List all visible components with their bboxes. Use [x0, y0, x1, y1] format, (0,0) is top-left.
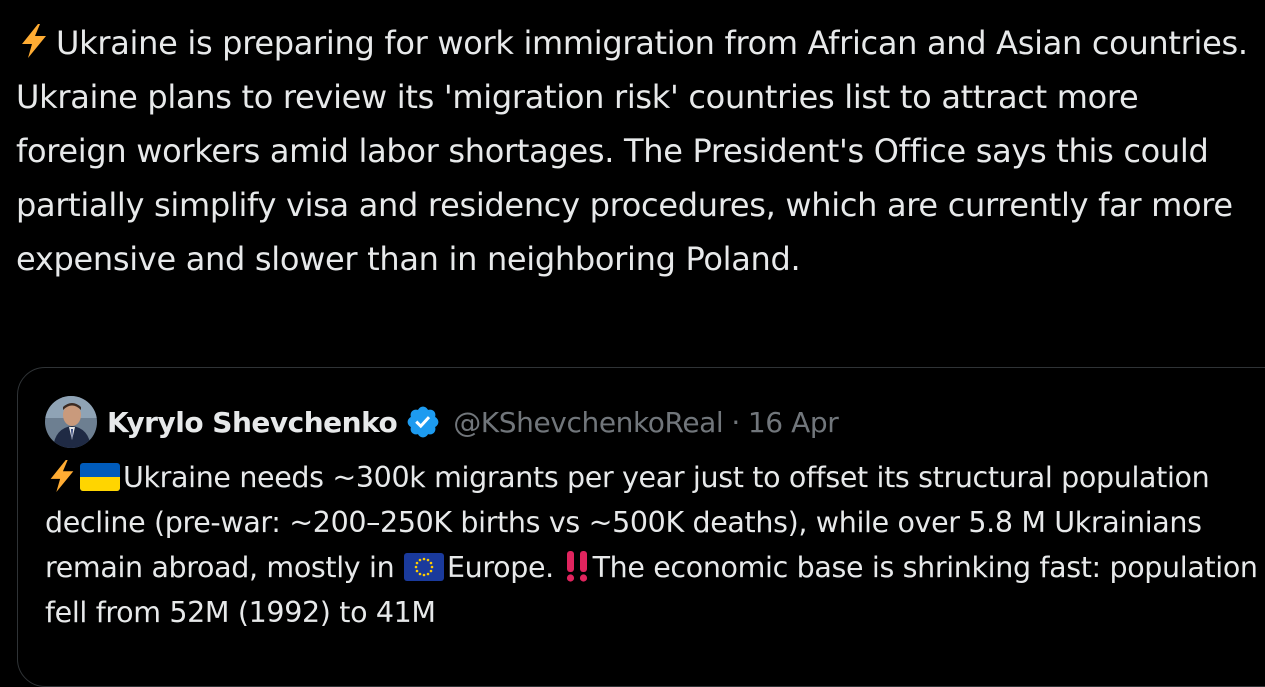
double-exclamation-icon	[566, 551, 587, 582]
lightning-bolt-icon	[50, 459, 74, 493]
eu-flag-icon	[404, 553, 445, 581]
tweet-body: Ukraine is preparing for work immigratio…	[16, 24, 1248, 278]
author-handle[interactable]: @KShevchenkoReal	[453, 406, 724, 439]
header-separator: ·	[731, 405, 740, 439]
quoted-tweet-text: Ukraine needs ~300k migrants per year ju…	[45, 455, 1265, 635]
author-name[interactable]: Kyrylo Shevchenko	[107, 406, 398, 439]
tweet-date[interactable]: 16 Apr	[748, 406, 839, 439]
lightning-bolt-icon	[22, 24, 46, 58]
avatar[interactable]	[45, 396, 97, 448]
quoted-body-part2: Europe.	[447, 551, 563, 584]
ukraine-flag-icon	[80, 463, 120, 491]
quoted-tweet-header: Kyrylo Shevchenko @KShevchenkoReal · 16 …	[45, 395, 839, 449]
quoted-tweet-card[interactable]: Kyrylo Shevchenko @KShevchenkoReal · 16 …	[17, 367, 1265, 687]
tweet-text: Ukraine is preparing for work immigratio…	[16, 16, 1256, 286]
verified-badge-icon	[407, 406, 439, 438]
